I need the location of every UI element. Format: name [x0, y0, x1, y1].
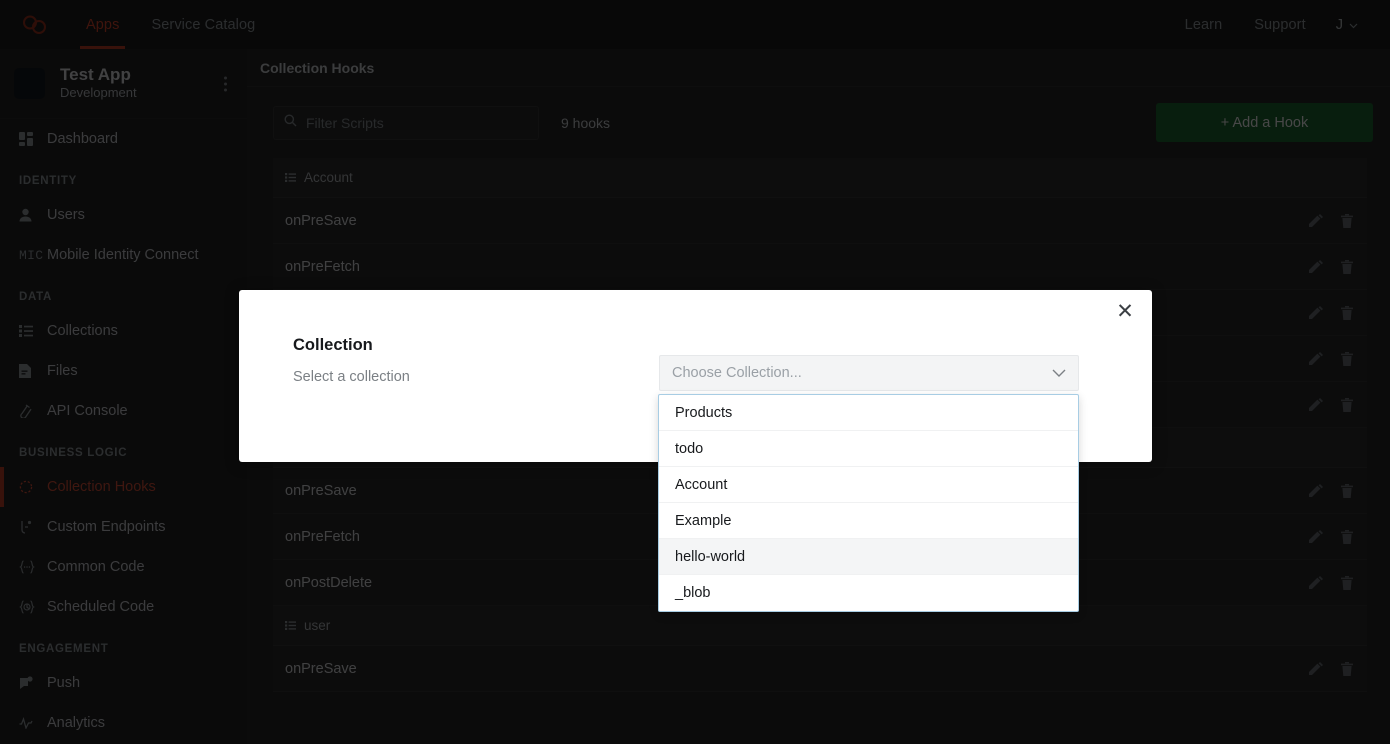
collection-select-wrap: Choose Collection... [659, 355, 1079, 391]
collection-select-menu: Products todo Account Example hello-worl… [658, 394, 1079, 612]
modal-label-column: Collection Select a collection [293, 336, 410, 385]
chevron-down-icon [1052, 369, 1066, 378]
select-option-hello-world[interactable]: hello-world [659, 539, 1078, 575]
modal-subtitle: Select a collection [293, 369, 410, 385]
select-option-todo[interactable]: todo [659, 431, 1078, 467]
collection-select[interactable]: Choose Collection... [659, 355, 1079, 391]
collection-select-value: Choose Collection... [672, 365, 802, 381]
select-option-products[interactable]: Products [659, 395, 1078, 431]
select-option-example[interactable]: Example [659, 503, 1078, 539]
modal-title: Collection [293, 336, 373, 354]
select-option-blob[interactable]: _blob [659, 575, 1078, 611]
select-option-account[interactable]: Account [659, 467, 1078, 503]
close-icon[interactable]: ✕ [1112, 298, 1138, 324]
